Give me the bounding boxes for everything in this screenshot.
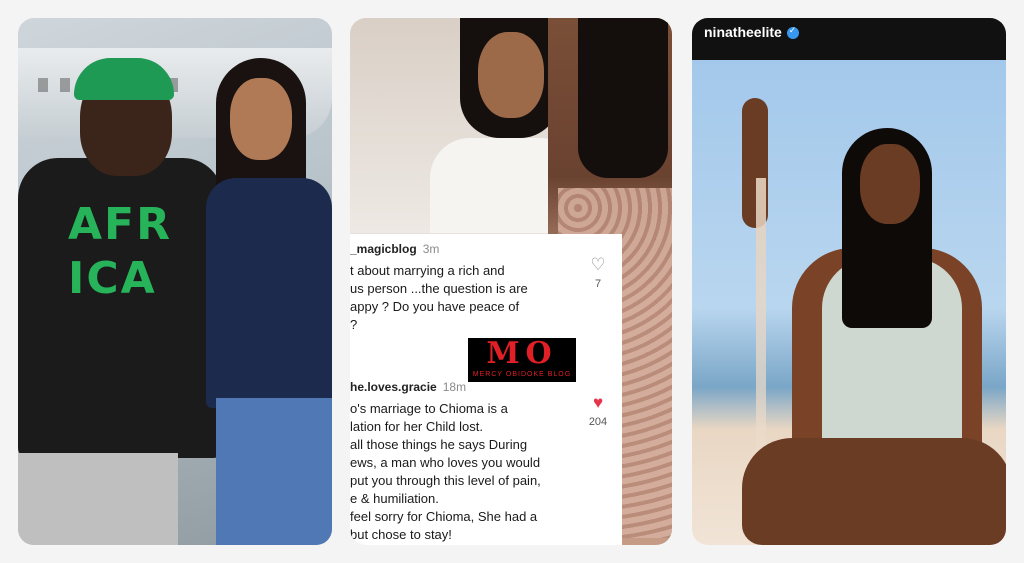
comment-username[interactable]: _magicblog xyxy=(350,242,417,256)
comment-line: ? xyxy=(350,317,358,332)
shirt-print-line2: ICA xyxy=(68,253,157,304)
comment-line: t about marrying a rich and xyxy=(350,263,505,278)
watermark-logo: MO MERCY OBIDOKE BLOG xyxy=(468,338,576,382)
comment-item: _magicblog 3m t about marrying a rich and… xyxy=(350,242,622,334)
smiling-face xyxy=(478,32,544,118)
comment-item: he.loves.gracie 18m o's marriage to Chiom… xyxy=(350,380,622,544)
green-cap xyxy=(74,58,174,100)
comment-line: lation for her Child lost. xyxy=(350,419,483,434)
comment-text: t about marrying a rich and us person ..… xyxy=(350,262,565,334)
photo-comments-collage[interactable]: _magicblog 3m t about marrying a rich and… xyxy=(350,18,672,545)
comment-card: _magicblog 3m t about marrying a rich and… xyxy=(350,234,622,545)
comment-line: us person ...the question is are xyxy=(350,281,528,296)
figure-face xyxy=(860,144,920,224)
blue-jeans xyxy=(216,398,332,545)
comment-line: appy ? Do you have peace of xyxy=(350,299,520,314)
comment-header: he.loves.gracie 18m xyxy=(350,380,622,394)
shirt-print-line1: AFR xyxy=(68,199,172,250)
heart-filled-icon[interactable]: ♥ xyxy=(584,394,612,412)
comment-header: _magicblog 3m xyxy=(350,242,622,256)
man-figure: AFR ICA xyxy=(18,58,223,545)
woman-figure xyxy=(196,58,332,545)
collage: AFR ICA _magicblog 3m t about marrying a… xyxy=(0,0,1024,563)
like-count: 204 xyxy=(588,416,608,428)
comment-time: 3m xyxy=(422,242,440,256)
comment-line: feel sorry for Chioma, She had a xyxy=(350,509,538,524)
comment-username[interactable]: he.loves.gracie xyxy=(350,380,437,394)
photo-couple-airport[interactable]: AFR ICA xyxy=(18,18,332,545)
watermark-text: MERCY OBIDOKE BLOG xyxy=(472,371,572,378)
shirt-print-text: AFR ICA xyxy=(68,198,172,306)
post-header: ninatheelite xyxy=(692,18,1006,60)
comment-line: put you through this level of pain, xyxy=(350,473,541,488)
comment-line: e & humiliation. xyxy=(350,491,439,506)
comment-text: o's marriage to Chioma is a lation for h… xyxy=(350,400,565,544)
like-control[interactable]: ♥ 204 xyxy=(584,394,612,429)
verified-badge-icon xyxy=(786,25,799,39)
woman-beach-figure xyxy=(722,78,1006,545)
watermark-initials: MO xyxy=(486,336,558,371)
post-username[interactable]: ninatheelite xyxy=(704,24,782,40)
comment-line: o's marriage to Chioma is a xyxy=(350,401,508,416)
grey-pants xyxy=(18,453,178,545)
comment-line: all those things he says During xyxy=(350,437,528,452)
like-count: 7 xyxy=(594,278,602,290)
comment-line: ews, a man who loves you would xyxy=(350,455,541,470)
woman-face xyxy=(230,78,292,160)
photo-beach-post[interactable]: ninatheelite xyxy=(692,18,1006,545)
comment-time: 18m xyxy=(442,380,467,394)
comment-line: but chose to stay! xyxy=(350,527,452,542)
heart-outline-icon[interactable]: ♡ xyxy=(584,256,612,274)
navy-polo xyxy=(206,178,332,408)
like-control[interactable]: ♡ 7 xyxy=(584,256,612,291)
figure-legs xyxy=(742,438,1006,545)
long-hair xyxy=(578,18,668,178)
